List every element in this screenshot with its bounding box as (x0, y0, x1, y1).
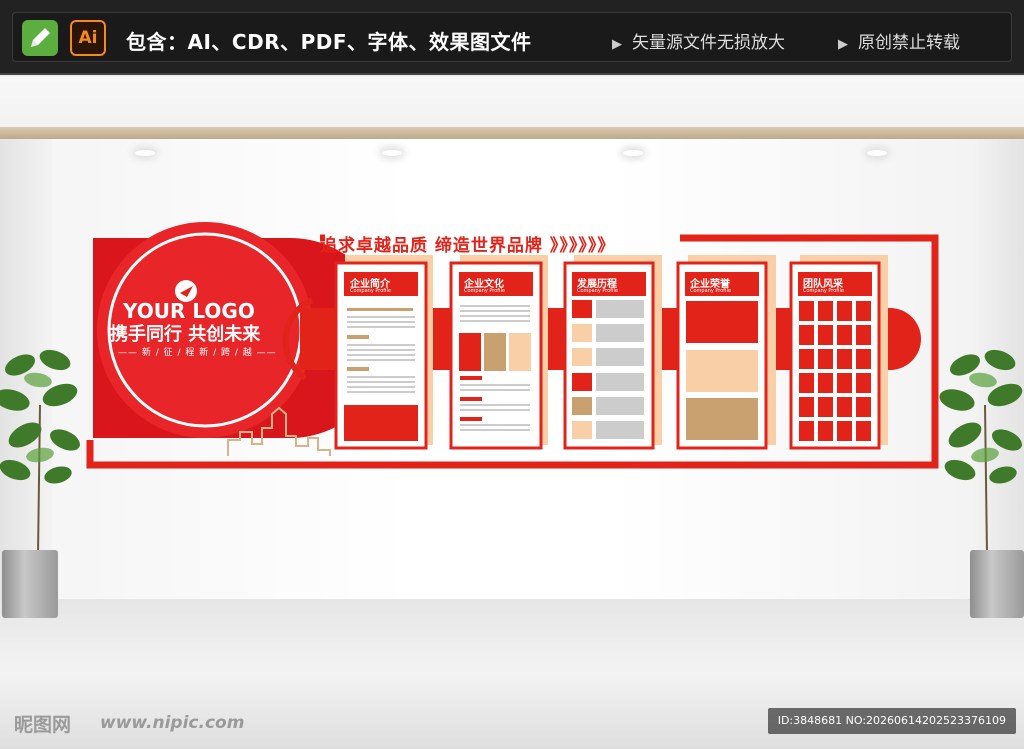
plant-pot-right (970, 550, 1024, 618)
plant-pot-left (2, 550, 58, 618)
image-id-badge: ID:3848681 NO:20260614202523376109 (767, 708, 1016, 734)
panel-subtitle: Company Profile (803, 288, 844, 294)
nipic-url: www.nipic.com (100, 713, 245, 733)
panel-subtitle: Company Profile (464, 288, 505, 294)
nipic-watermark: 昵图网 (14, 714, 72, 736)
wall-slogan: 追求卓越品质 缔造世界品牌 》》》》》》 (320, 236, 616, 256)
panels-graphic (334, 255, 888, 450)
panel-subtitle: Company Profile (577, 288, 618, 294)
panel-subtitle: Company Profile (690, 288, 731, 294)
wall-tagline: 携手同行 共创未来 (110, 324, 261, 345)
panel-subtitle: Company Profile (350, 288, 391, 294)
wall-subline: —— 新 / 征 / 程 新 / 跨 / 越 —— (118, 348, 277, 358)
